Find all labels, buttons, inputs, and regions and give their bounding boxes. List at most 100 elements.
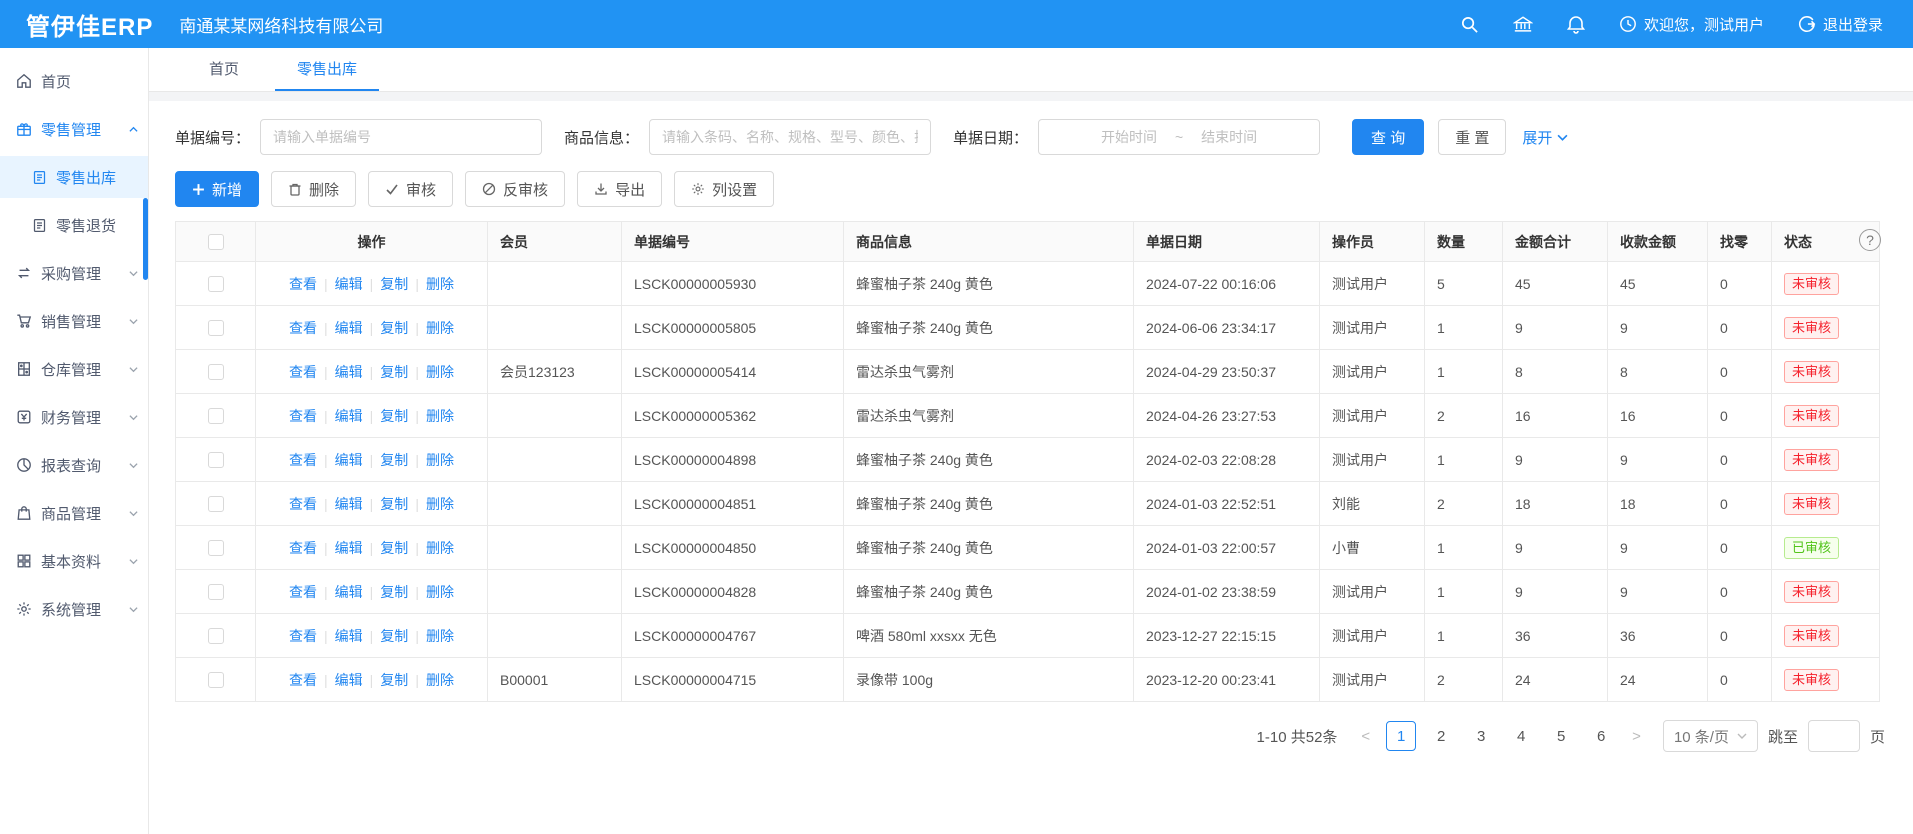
row-checkbox[interactable] — [208, 276, 224, 292]
delete-link[interactable]: 删除 — [426, 540, 454, 556]
copy-link[interactable]: 复制 — [380, 672, 408, 688]
sidebar-item-finance-management[interactable]: 财务管理 — [0, 396, 148, 438]
copy-link[interactable]: 复制 — [380, 276, 408, 292]
delete-link[interactable]: 删除 — [426, 584, 454, 600]
view-link[interactable]: 查看 — [289, 408, 317, 424]
row-checkbox[interactable] — [208, 584, 224, 600]
sidebar-item-goods-management[interactable]: 商品管理 — [0, 492, 148, 534]
platform-icon[interactable] — [1513, 15, 1533, 34]
company-name: 南通某某网络科技有限公司 — [179, 12, 383, 37]
audit-button[interactable]: 审核 — [368, 171, 453, 207]
view-link[interactable]: 查看 — [289, 364, 317, 380]
help-icon[interactable]: ? — [1859, 229, 1881, 251]
export-button[interactable]: 导出 — [577, 171, 662, 207]
tab-home[interactable]: 首页 — [187, 48, 261, 91]
page-number-button[interactable]: 1 — [1386, 721, 1416, 751]
logout-button[interactable]: 退出登录 — [1798, 14, 1883, 35]
sidebar-item-report-query[interactable]: 报表查询 — [0, 444, 148, 486]
row-checkbox[interactable] — [208, 496, 224, 512]
row-checkbox[interactable] — [208, 364, 224, 380]
delete-link[interactable]: 删除 — [426, 320, 454, 336]
reset-button[interactable]: 重 置 — [1438, 119, 1506, 155]
copy-link[interactable]: 复制 — [380, 364, 408, 380]
edit-link[interactable]: 编辑 — [335, 672, 363, 688]
jump-page-input[interactable] — [1808, 720, 1860, 752]
sidebar-item-retail-outbound[interactable]: 零售出库 — [0, 156, 148, 198]
page-number-button[interactable]: 6 — [1586, 721, 1616, 751]
delete-link[interactable]: 删除 — [426, 628, 454, 644]
view-link[interactable]: 查看 — [289, 320, 317, 336]
delete-link[interactable]: 删除 — [426, 452, 454, 468]
row-checkbox[interactable] — [208, 540, 224, 556]
date-range-picker[interactable]: 开始时间 ~ 结束时间 — [1038, 119, 1320, 155]
select-all-checkbox[interactable] — [208, 234, 224, 250]
add-button[interactable]: 新增 — [175, 171, 259, 207]
row-checkbox[interactable] — [208, 628, 224, 644]
page-size-select[interactable]: 10 条/页 — [1663, 720, 1758, 752]
tab-retail-outbound[interactable]: 零售出库 — [275, 48, 379, 91]
edit-link[interactable]: 编辑 — [335, 628, 363, 644]
edit-link[interactable]: 编辑 — [335, 540, 363, 556]
delete-link[interactable]: 删除 — [426, 672, 454, 688]
sidebar-item-system-management[interactable]: 系统管理 — [0, 588, 148, 630]
copy-link[interactable]: 复制 — [380, 320, 408, 336]
delete-link[interactable]: 删除 — [426, 364, 454, 380]
copy-link[interactable]: 复制 — [380, 584, 408, 600]
unaudit-button[interactable]: 反审核 — [465, 171, 565, 207]
edit-link[interactable]: 编辑 — [335, 320, 363, 336]
sidebar-item-purchase-management[interactable]: 采购管理 — [0, 252, 148, 294]
copy-link[interactable]: 复制 — [380, 408, 408, 424]
delete-link[interactable]: 删除 — [426, 408, 454, 424]
column-settings-button[interactable]: 列设置 — [674, 171, 774, 207]
view-link[interactable]: 查看 — [289, 584, 317, 600]
sidebar-item-sales-management[interactable]: 销售管理 — [0, 300, 148, 342]
view-link[interactable]: 查看 — [289, 276, 317, 292]
delete-button[interactable]: 删除 — [271, 171, 356, 207]
next-page-button[interactable]: > — [1626, 728, 1647, 745]
page-number-button[interactable]: 2 — [1426, 721, 1456, 751]
search-icon[interactable] — [1460, 15, 1479, 34]
view-link[interactable]: 查看 — [289, 540, 317, 556]
view-link[interactable]: 查看 — [289, 628, 317, 644]
copy-link[interactable]: 复制 — [380, 452, 408, 468]
edit-link[interactable]: 编辑 — [335, 276, 363, 292]
page-number-button[interactable]: 3 — [1466, 721, 1496, 751]
search-button[interactable]: 查 询 — [1352, 119, 1424, 155]
edit-link[interactable]: 编辑 — [335, 584, 363, 600]
page-number-button[interactable]: 4 — [1506, 721, 1536, 751]
cell-member — [488, 438, 622, 482]
order-no-input[interactable] — [260, 119, 542, 155]
sidebar-item-retail-return[interactable]: 零售退货 — [0, 204, 148, 246]
view-link[interactable]: 查看 — [289, 672, 317, 688]
notification-bell-icon[interactable] — [1567, 14, 1585, 34]
sidebar-item-home[interactable]: 首页 — [0, 60, 148, 102]
sidebar-item-label: 销售管理 — [41, 311, 101, 332]
sidebar-item-basic-data[interactable]: 基本资料 — [0, 540, 148, 582]
copy-link[interactable]: 复制 — [380, 540, 408, 556]
row-checkbox[interactable] — [208, 408, 224, 424]
edit-link[interactable]: 编辑 — [335, 408, 363, 424]
sidebar-item-label: 系统管理 — [41, 599, 101, 620]
sidebar-item-retail-management[interactable]: 零售管理 — [0, 108, 148, 150]
edit-link[interactable]: 编辑 — [335, 364, 363, 380]
view-link[interactable]: 查看 — [289, 452, 317, 468]
prev-page-button[interactable]: < — [1355, 728, 1376, 745]
row-checkbox[interactable] — [208, 452, 224, 468]
copy-link[interactable]: 复制 — [380, 496, 408, 512]
copy-link[interactable]: 复制 — [380, 628, 408, 644]
sidebar-item-label: 基本资料 — [41, 551, 101, 572]
row-checkbox[interactable] — [208, 320, 224, 336]
sidebar-item-warehouse-management[interactable]: 仓库管理 — [0, 348, 148, 390]
row-checkbox[interactable] — [208, 672, 224, 688]
sidebar-scrollbar-thumb[interactable] — [143, 198, 148, 280]
expand-link[interactable]: 展开 — [1522, 127, 1568, 148]
delete-link[interactable]: 删除 — [426, 496, 454, 512]
cell-received: 16 — [1608, 394, 1708, 438]
view-link[interactable]: 查看 — [289, 496, 317, 512]
welcome-user[interactable]: 欢迎您，测试用户 — [1619, 14, 1764, 35]
delete-link[interactable]: 删除 — [426, 276, 454, 292]
product-info-input[interactable] — [649, 119, 931, 155]
edit-link[interactable]: 编辑 — [335, 452, 363, 468]
page-number-button[interactable]: 5 — [1546, 721, 1576, 751]
edit-link[interactable]: 编辑 — [335, 496, 363, 512]
